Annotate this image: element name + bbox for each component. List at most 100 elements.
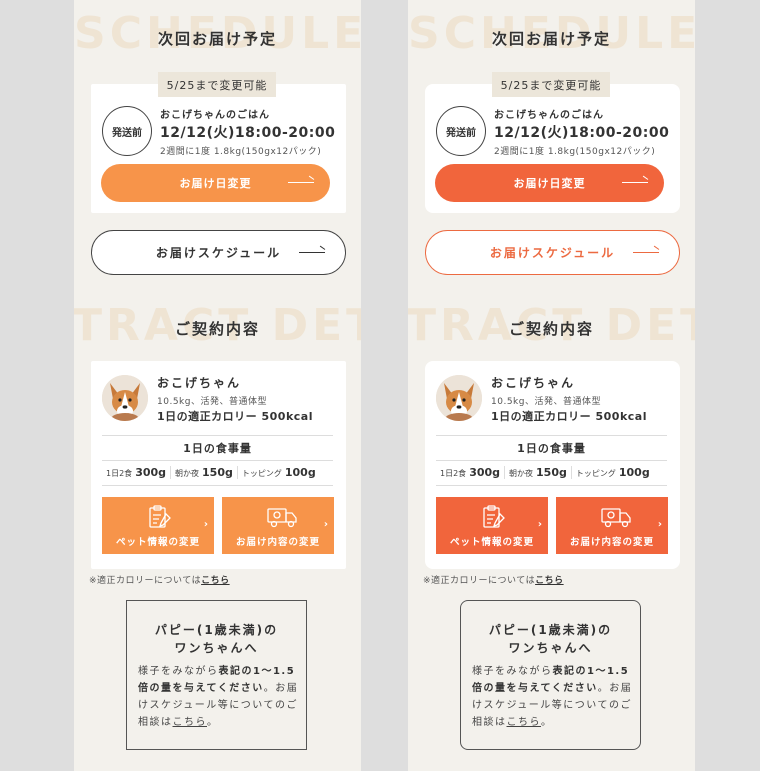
arrow-right-icon (299, 252, 325, 253)
delivery-schedule-button[interactable]: お届けスケジュール (425, 230, 680, 275)
edit-delivery-content-button[interactable]: › お届け内容の変更 (222, 497, 334, 554)
section-title-contract: ご契約内容 (508, 320, 594, 338)
meal-label: 1日2食 (440, 468, 467, 478)
avatar (436, 375, 482, 421)
next-delivery-card: 発送前 おこげちゃんのごはん 12/12(火)18:00-20:00 2週間に1… (425, 84, 680, 213)
delivery-date: 12/12(火)18:00-20:00 (494, 125, 670, 141)
meal-cell: 1日2食 300g (436, 466, 504, 479)
puppy-body: 様子をみながら表記の1〜1.5倍の量を与えてください。お届けスケジュール等につい… (138, 663, 300, 731)
meal-value: 100g (284, 465, 316, 479)
mockup-variant-b: SCHEDULE 次回お届け予定 発送前 おこげちゃんのごはん 12/12(火)… (408, 0, 695, 771)
chevron-right-icon: › (323, 519, 329, 530)
contract-card: おこげちゃん 10.5kg、活発、普通体型 1日の適正カロリー 500kcal … (425, 361, 680, 569)
delivery-schedule-label: お届けスケジュール (155, 246, 282, 260)
puppy-title-line1: パピー(1歳未満)の (154, 623, 279, 637)
status-badge: 発送前 (436, 106, 486, 156)
pet-name: おこげちゃん (491, 376, 576, 390)
meal-value: 150g (536, 465, 567, 479)
pet-spec: 10.5kg、活発、普通体型 (491, 397, 601, 407)
deadline-badge: 5/25まで変更可能 (492, 72, 610, 97)
pet-spec: 10.5kg、活発、普通体型 (157, 397, 267, 407)
puppy-title-line1: パピー(1歳未満)の (488, 623, 613, 637)
calorie-note-text: ※適正カロリーについては (89, 576, 202, 586)
calorie-note: ※適正カロリーについてはこちら (423, 573, 564, 586)
meal-value: 300g (469, 465, 501, 479)
arrow-right-icon (622, 182, 648, 183)
change-delivery-date-label: お届け日変更 (179, 177, 252, 190)
puppy-body-text: 様子をみながら (472, 666, 553, 677)
meal-cell: 朝か夜 150g (170, 465, 237, 479)
pet-calorie: 1日の適正カロリー 500kcal (157, 410, 313, 423)
meal-value: 150g (202, 465, 233, 479)
delivery-schedule-label: お届けスケジュール (489, 246, 616, 260)
puppy-title: パピー(1歳未満)の ワンちゃんへ (127, 621, 306, 657)
clipboard-pen-icon (149, 505, 171, 528)
delivery-plan: 2週間に1度 1.8kg(150gx12パック) (160, 147, 322, 157)
delivery-date: 12/12(火)18:00-20:00 (160, 125, 336, 141)
chevron-right-icon: › (657, 519, 663, 530)
next-delivery-card: 発送前 おこげちゃんのごはん 12/12(火)18:00-20:00 2週間に1… (91, 84, 346, 213)
truck-icon (267, 508, 297, 528)
calorie-note-text: ※適正カロリーについては (423, 576, 536, 586)
status-badge: 発送前 (102, 106, 152, 156)
section-title-schedule: 次回お届け予定 (491, 30, 611, 48)
meal-cell: 朝か夜 150g (504, 465, 571, 479)
puppy-info-box: パピー(1歳未満)の ワンちゃんへ 様子をみながら表記の1〜1.5倍の量を与えて… (460, 600, 641, 750)
food-name: おこげちゃんのごはん (494, 110, 604, 121)
delivery-schedule-button[interactable]: お届けスケジュール (91, 230, 346, 275)
meal-label: 朝か夜 (175, 468, 200, 478)
puppy-title-line2: ワンちゃんへ (508, 641, 593, 655)
meal-cell: 1日2食 300g (102, 466, 170, 479)
avatar (102, 375, 148, 421)
meal-cell: トッピング 100g (236, 465, 320, 479)
meal-amount-row: 1日2食 300g 朝か夜 150g トッピング 100g (436, 459, 667, 486)
meal-label: 朝か夜 (509, 468, 534, 478)
edit-delivery-content-label: お届け内容の変更 (235, 537, 320, 548)
chevron-right-icon: › (537, 519, 543, 530)
edit-pet-info-label: ペット情報の変更 (115, 537, 200, 548)
arrow-right-icon (288, 182, 314, 183)
truck-icon (601, 508, 631, 528)
contract-card: おこげちゃん 10.5kg、活発、普通体型 1日の適正カロリー 500kcal … (91, 361, 346, 569)
mockup-variant-a: SCHEDULE 次回お届け予定 発送前 おこげちゃんのごはん 12/12(火)… (74, 0, 361, 771)
puppy-title-line2: ワンちゃんへ (174, 641, 259, 655)
meal-value: 100g (618, 465, 650, 479)
deadline-badge: 5/25まで変更可能 (158, 72, 276, 97)
puppy-consult-link[interactable]: こちら (173, 717, 208, 728)
meal-amount-title: 1日の食事量 (436, 435, 667, 461)
meal-label: トッピング (241, 468, 282, 478)
section-title-contract: ご契約内容 (174, 320, 260, 338)
meal-amount-row: 1日2食 300g 朝か夜 150g トッピング 100g (102, 459, 333, 486)
delivery-plan: 2週間に1度 1.8kg(150gx12パック) (494, 147, 656, 157)
edit-pet-info-button[interactable]: › ペット情報の変更 (102, 497, 214, 554)
edit-pet-info-button[interactable]: › ペット情報の変更 (436, 497, 548, 554)
change-delivery-date-button[interactable]: お届け日変更 (101, 164, 330, 202)
pet-name: おこげちゃん (157, 376, 242, 390)
puppy-body-end: 。 (207, 717, 219, 728)
puppy-body-end: 。 (541, 717, 553, 728)
calorie-note-link[interactable]: こちら (201, 576, 230, 586)
edit-pet-info-label: ペット情報の変更 (449, 537, 534, 548)
clipboard-pen-icon (483, 505, 505, 528)
meal-label: トッピング (575, 468, 616, 478)
puppy-consult-link[interactable]: こちら (507, 717, 542, 728)
puppy-title: パピー(1歳未満)の ワンちゃんへ (461, 621, 640, 657)
meal-label: 1日2食 (106, 468, 133, 478)
meal-value: 300g (135, 465, 167, 479)
calorie-note-link[interactable]: こちら (535, 576, 564, 586)
change-delivery-date-button[interactable]: お届け日変更 (435, 164, 664, 202)
calorie-note: ※適正カロリーについてはこちら (89, 573, 230, 586)
meal-cell: トッピング 100g (570, 465, 654, 479)
edit-delivery-content-button[interactable]: › お届け内容の変更 (556, 497, 668, 554)
puppy-body-text: 様子をみながら (138, 666, 219, 677)
edit-delivery-content-label: お届け内容の変更 (569, 537, 654, 548)
puppy-body: 様子をみながら表記の1〜1.5倍の量を与えてください。お届けスケジュール等につい… (472, 663, 634, 731)
pet-calorie: 1日の適正カロリー 500kcal (491, 410, 647, 423)
change-delivery-date-label: お届け日変更 (513, 177, 586, 190)
food-name: おこげちゃんのごはん (160, 110, 270, 121)
puppy-info-box: パピー(1歳未満)の ワンちゃんへ 様子をみながら表記の1〜1.5倍の量を与えて… (126, 600, 307, 750)
section-title-schedule: 次回お届け予定 (157, 30, 277, 48)
arrow-right-icon (633, 252, 659, 253)
chevron-right-icon: › (203, 519, 209, 530)
meal-amount-title: 1日の食事量 (102, 435, 333, 461)
